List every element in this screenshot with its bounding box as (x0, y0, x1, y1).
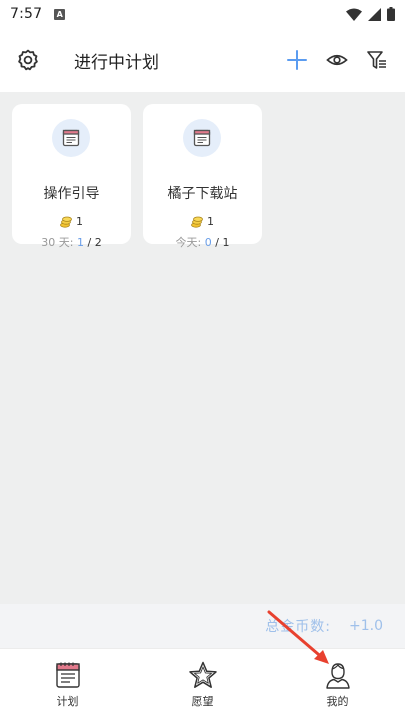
plan-done-count: 0 (204, 236, 212, 249)
total-coins-value: +1.0 (349, 618, 383, 634)
visibility-toggle-button[interactable] (325, 48, 349, 72)
plan-separator: / (211, 236, 223, 249)
top-app-bar: 进行中计划 (0, 38, 405, 82)
filter-button[interactable] (365, 48, 389, 72)
nav-label: 愿望 (191, 695, 214, 708)
battery-icon (387, 7, 395, 21)
plan-card[interactable]: 操作引导 1 30 天: 1 / 2 (12, 104, 131, 249)
status-time: 7:57 (10, 6, 43, 22)
total-coins-label: 总金币数: (265, 619, 331, 635)
plan-list: 操作引导 1 30 天: 1 / 2 橘子下载站 1 今天: 0 / 1 (0, 92, 405, 604)
plan-icon-container (52, 119, 90, 157)
add-plan-button[interactable] (285, 48, 309, 72)
plan-name: 操作引导 (43, 186, 100, 202)
wifi-icon (346, 8, 362, 21)
plan-reward: 1 (143, 215, 262, 228)
plan-reward: 1 (12, 215, 131, 228)
plan-coin-value: 1 (76, 215, 83, 228)
nav-item-profile[interactable]: 我的 (270, 649, 405, 720)
person-icon (325, 663, 350, 689)
plan-done-count: 1 (77, 236, 84, 249)
notepad-icon (55, 662, 80, 688)
signal-icon (368, 7, 381, 21)
nav-label: 我的 (326, 695, 349, 708)
page-title: 进行中计划 (74, 52, 159, 73)
filter-icon (367, 51, 386, 69)
eye-icon (326, 54, 348, 66)
plan-name: 橘子下载站 (167, 186, 238, 202)
plan-total-count: 2 (94, 236, 102, 249)
star-icon (188, 661, 217, 688)
coin-stack-icon (60, 216, 72, 228)
plus-icon (287, 50, 307, 70)
settings-button[interactable] (16, 48, 40, 72)
status-bar: 7:57 A (0, 0, 405, 28)
coin-stack-icon (191, 216, 203, 228)
plan-period: 30 天: (41, 236, 77, 249)
plan-progress: 今天: 0 / 1 (143, 234, 262, 250)
nav-item-wishes[interactable]: 愿望 (135, 649, 270, 720)
notification-icon: A (54, 8, 66, 20)
nav-label: 计划 (56, 695, 79, 708)
plan-progress: 30 天: 1 / 2 (12, 234, 131, 250)
notepad-icon (193, 129, 211, 147)
plan-coin-value: 1 (207, 215, 214, 228)
total-coins-bar: 总金币数: +1.0 (0, 604, 405, 648)
status-icons (346, 7, 395, 21)
plan-separator: / (84, 236, 95, 249)
plan-period: 今天: (175, 236, 205, 249)
bottom-nav: 计划 愿望 我的 (0, 648, 405, 720)
plan-total-count: 1 (222, 236, 230, 249)
plan-icon-container (183, 119, 221, 157)
gear-icon (18, 49, 38, 71)
notepad-icon (62, 129, 80, 147)
nav-item-plans[interactable]: 计划 (0, 649, 135, 720)
plan-card[interactable]: 橘子下载站 1 今天: 0 / 1 (143, 104, 262, 249)
